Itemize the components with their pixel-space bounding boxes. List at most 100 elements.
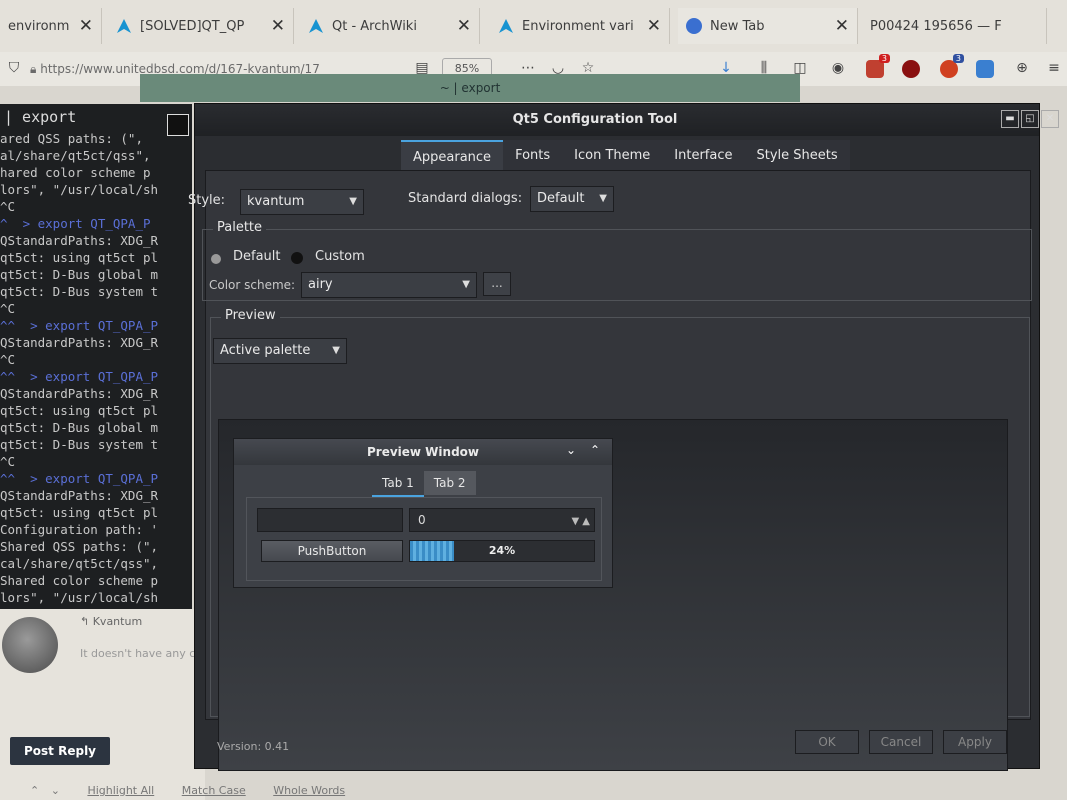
terminal-output: ared QSS paths: (", al/share/qt5ct/qss", h… xyxy=(0,130,192,606)
custom-radio[interactable] xyxy=(291,252,303,264)
tab-label: environm xyxy=(8,18,70,34)
chevron-down-icon: ▼ xyxy=(349,196,357,207)
terminal-line: QStandardPaths: XDG_R xyxy=(0,335,159,350)
browser-tab[interactable]: Qt - ArchWiki ✕ xyxy=(300,8,480,44)
preview-push-button[interactable]: PushButton xyxy=(261,540,403,562)
chevron-down-icon[interactable]: ⌄ xyxy=(566,443,576,457)
terminal-line: Shared QSS paths: (", xyxy=(0,539,159,554)
ok-button[interactable]: OK xyxy=(795,730,859,754)
preview-window: Preview Window ⌄ ⌃ Tab 1 Tab 2 0 ▼ ▲ Pus… xyxy=(233,438,613,588)
shield-icon[interactable]: ⛉ xyxy=(6,60,22,76)
ublock-icon[interactable] xyxy=(902,60,920,78)
preview-spinbox[interactable]: 0 ▼ ▲ xyxy=(409,508,595,532)
account-icon[interactable]: ◉ xyxy=(830,60,846,76)
maximize-icon[interactable]: ◱ xyxy=(1021,110,1039,128)
match-case-option[interactable]: Match Case xyxy=(182,784,246,797)
terminal-window[interactable]: | export ared QSS paths: (", al/share/qt5… xyxy=(0,104,192,609)
palette-group-title: Palette xyxy=(213,220,267,235)
arch-logo-icon xyxy=(309,19,323,33)
tab-appearance[interactable]: Appearance xyxy=(401,140,504,172)
close-icon[interactable]: ✕ xyxy=(835,16,849,36)
close-icon[interactable]: ✕ xyxy=(1041,110,1059,128)
active-palette-value: Active palette xyxy=(220,343,311,358)
standard-dialogs-value: Default xyxy=(537,191,585,206)
tab-label: Environment vari xyxy=(522,18,634,34)
globe-icon[interactable]: ⊕ xyxy=(1014,60,1030,76)
spinbox-arrows-icon[interactable]: ▼ ▲ xyxy=(571,511,590,533)
style-select[interactable]: kvantum ▼ xyxy=(240,189,364,215)
preview-line-edit[interactable] xyxy=(257,508,403,532)
tab-interface[interactable]: Interface xyxy=(662,140,745,172)
terminal-line: ^C xyxy=(0,301,16,316)
reply-author[interactable]: ↰ Kvantum xyxy=(80,615,142,628)
tab-style-sheets[interactable]: Style Sheets xyxy=(744,140,850,172)
arch-logo-icon xyxy=(499,19,513,33)
minimize-icon[interactable]: ▬ xyxy=(1001,110,1019,128)
terminal-line: ^C xyxy=(0,352,16,367)
whole-words-option[interactable]: Whole Words xyxy=(273,784,345,797)
preview-tabs: Tab 1 Tab 2 xyxy=(372,471,476,497)
close-icon[interactable]: ✕ xyxy=(457,16,471,36)
qt5ct-window: Qt5 Configuration Tool ▬ ◱ ✕ Appearance … xyxy=(167,103,1059,771)
preview-group-title: Preview xyxy=(221,308,280,323)
find-down-icon[interactable]: ⌄ xyxy=(51,784,60,797)
tab-label: [SOLVED]QT_QP xyxy=(140,18,245,34)
standard-dialogs-select[interactable]: Default ▼ xyxy=(530,186,614,212)
terminal-line: lors", "/usr/local/sh xyxy=(0,182,159,197)
preview-window-title: Preview Window xyxy=(234,439,612,465)
browser-tab[interactable]: P00424 195656 — F xyxy=(862,8,1047,44)
menu-icon[interactable]: ≡ xyxy=(1046,60,1062,76)
settings-tabs: Appearance Fonts Icon Theme Interface St… xyxy=(401,140,850,172)
terminal-line: qt5ct: using qt5ct pl xyxy=(0,403,159,418)
appearance-page: Style: kvantum ▼ Standard dialogs: Defau… xyxy=(188,170,1032,771)
post-reply-button[interactable]: Post Reply xyxy=(10,737,110,765)
preview-tab-2[interactable]: Tab 2 xyxy=(423,471,476,495)
terminal-line: ^^ > export QT_QPA_P xyxy=(0,318,159,333)
browser-tabbar: environm ✕ [SOLVED]QT_QP ✕ Qt - ArchWiki… xyxy=(0,0,1067,53)
extension-icon[interactable] xyxy=(976,60,994,78)
terminal-line: hared color scheme p xyxy=(0,165,151,180)
terminal-line: cal/share/qt5ct/qss", xyxy=(0,556,159,571)
close-icon[interactable]: ✕ xyxy=(271,16,285,36)
forum-area: ↰ Kvantum It doesn't have any c Post Rep… xyxy=(0,609,205,800)
browser-tab[interactable]: Environment vari ✕ xyxy=(490,8,670,44)
spinbox-value: 0 xyxy=(418,513,426,527)
browser-tab[interactable]: New Tab ✕ xyxy=(678,8,858,44)
terminal-line: qt5ct: D-Bus global m xyxy=(0,420,159,435)
terminal-line: ^^ > export QT_QPA_P xyxy=(0,471,159,486)
tab-fonts[interactable]: Fonts xyxy=(503,140,563,172)
preview-tab-1[interactable]: Tab 1 xyxy=(372,471,424,497)
highlight-all-option[interactable]: Highlight All xyxy=(87,784,154,797)
extension-icon[interactable]: 3 xyxy=(866,54,890,78)
find-up-icon[interactable]: ⌃ xyxy=(30,784,39,797)
preview-tab-content: 0 ▼ ▲ PushButton 24% xyxy=(246,497,602,581)
apply-button[interactable]: Apply xyxy=(943,730,1007,754)
terminal-line: Shared color scheme p xyxy=(0,573,159,588)
terminal-line: qt5ct: D-Bus global m xyxy=(0,267,159,282)
chevron-down-icon: ▼ xyxy=(462,279,470,290)
close-icon[interactable]: ✕ xyxy=(647,16,661,36)
color-scheme-label: Color scheme: xyxy=(209,278,296,292)
color-scheme-select[interactable]: airy ▼ xyxy=(301,272,477,298)
tab-icon-theme[interactable]: Icon Theme xyxy=(562,140,663,172)
tab-label: New Tab xyxy=(710,18,765,34)
active-palette-select[interactable]: Active palette ▼ xyxy=(213,338,347,364)
extension-icon[interactable]: 3 xyxy=(940,54,964,78)
browser-tab[interactable]: [SOLVED]QT_QP ✕ xyxy=(108,8,294,44)
close-icon[interactable]: ✕ xyxy=(79,16,93,36)
palette-group: Palette Default Custom Color scheme: air… xyxy=(202,220,1032,301)
chevron-up-icon[interactable]: ⌃ xyxy=(590,443,600,457)
window-menu-icon[interactable] xyxy=(167,114,189,136)
terminal-line: qt5ct: using qt5ct pl xyxy=(0,505,159,520)
browser-tab[interactable]: environm ✕ xyxy=(0,8,102,44)
tab-label: P00424 195656 — F xyxy=(870,18,1002,34)
default-radio[interactable] xyxy=(211,254,221,264)
avatar[interactable] xyxy=(2,617,58,673)
edit-color-scheme-button[interactable]: ... xyxy=(483,272,511,296)
window-titlebar[interactable]: Qt5 Configuration Tool ▬ ◱ ✕ xyxy=(167,104,1059,136)
globe-icon xyxy=(686,18,702,34)
version-label: Version: 0.41 xyxy=(217,740,290,753)
cancel-button[interactable]: Cancel xyxy=(869,730,933,754)
style-label: Style: xyxy=(188,193,226,208)
dialog-footer: Version: 0.41 OK Cancel Apply xyxy=(195,722,1039,768)
